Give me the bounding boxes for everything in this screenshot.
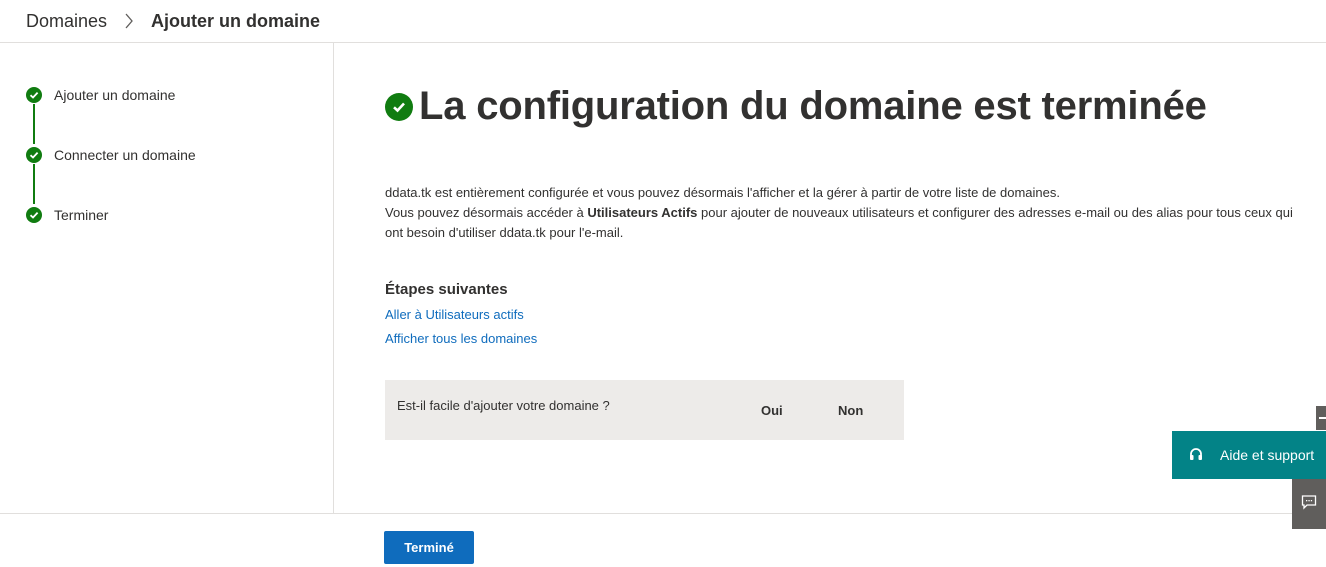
description-line-1: ddata.tk est entièrement configurée et v… xyxy=(385,185,1060,200)
page-title: La configuration du domaine est terminée xyxy=(419,84,1207,128)
chevron-right-icon xyxy=(119,12,139,30)
help-support-button[interactable]: Aide et support xyxy=(1172,431,1326,479)
feedback-yes-button[interactable]: Oui xyxy=(761,403,783,418)
step-connector xyxy=(33,104,35,144)
check-circle-icon xyxy=(26,147,42,163)
step-ajouter-un-domaine[interactable]: Ajouter un domaine xyxy=(26,87,175,103)
breadcrumb-current: Ajouter un domaine xyxy=(151,10,321,31)
next-steps-heading: Étapes suivantes xyxy=(385,281,508,298)
headset-icon xyxy=(1188,447,1204,463)
help-support-label: Aide et support xyxy=(1220,447,1315,463)
collapse-panel-tab[interactable] xyxy=(1316,406,1326,430)
go-to-active-users-link[interactable]: Aller à Utilisateurs actifs xyxy=(385,307,524,322)
chat-feedback-button[interactable] xyxy=(1292,479,1326,529)
view-all-domains-link[interactable]: Afficher tous les domaines xyxy=(385,331,537,346)
chat-feedback-icon xyxy=(1301,494,1317,515)
active-users-emphasis: Utilisateurs Actifs xyxy=(587,205,698,220)
breadcrumb-domaines-link[interactable]: Domaines xyxy=(26,11,107,32)
description-line-2: Vous pouvez désormais accéder à Utilisat… xyxy=(385,205,1293,240)
page-title-row: La configuration du domaine est terminée xyxy=(385,84,1207,129)
step-label: Ajouter un domaine xyxy=(54,87,176,103)
check-circle-icon xyxy=(26,87,42,103)
minus-icon xyxy=(1319,417,1326,419)
footer-bar: Terminé xyxy=(0,513,1326,567)
done-button[interactable]: Terminé xyxy=(384,531,474,564)
feedback-panel: Est-il facile d'ajouter votre domaine ? … xyxy=(385,380,904,440)
step-label: Terminer xyxy=(54,207,109,223)
step-connector xyxy=(33,164,35,204)
step-terminer[interactable]: Terminer xyxy=(26,207,108,223)
feedback-no-button[interactable]: Non xyxy=(838,403,863,418)
check-circle-icon xyxy=(26,207,42,223)
breadcrumb: Domaines Ajouter un domaine xyxy=(0,0,1326,43)
check-circle-icon xyxy=(385,92,413,121)
feedback-question: Est-il facile d'ajouter votre domaine ? xyxy=(397,398,610,413)
wizard-stepper: Ajouter un domaine Connecter un domaine … xyxy=(0,43,334,514)
step-connecter-un-domaine[interactable]: Connecter un domaine xyxy=(26,147,196,163)
step-label: Connecter un domaine xyxy=(54,147,196,163)
completion-description: ddata.tk est entièrement configurée et v… xyxy=(385,183,1305,243)
